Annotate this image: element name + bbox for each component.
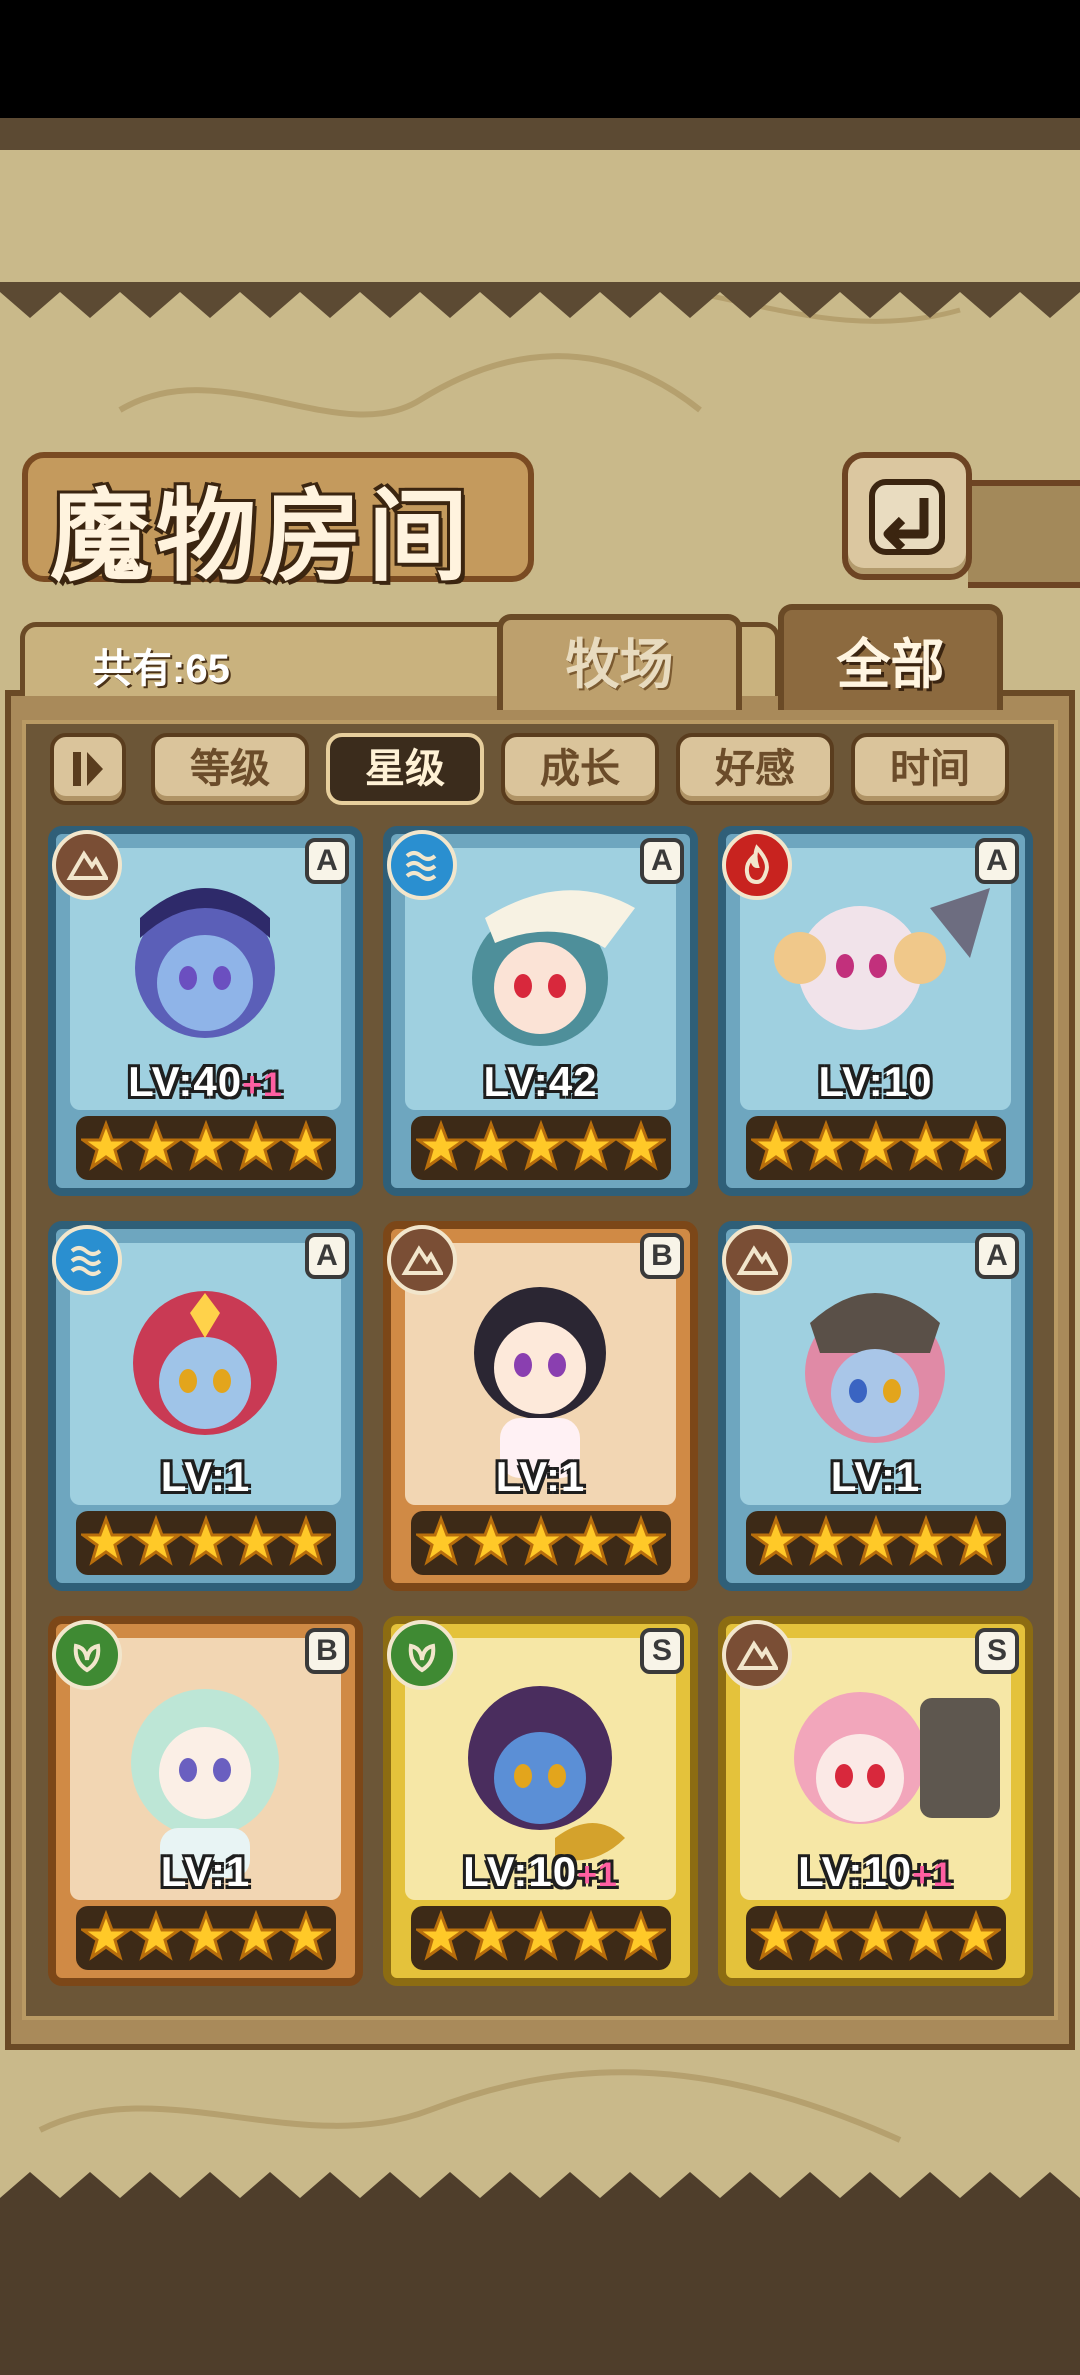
sort-affinity-button[interactable]: 好感 xyxy=(676,733,834,805)
monster-count: 共有:65 xyxy=(92,647,230,691)
level-label: LV:1 xyxy=(718,1453,1033,1501)
element-earth-icon xyxy=(387,1225,457,1295)
bottom-map-strip xyxy=(0,2200,1080,2375)
star-rating xyxy=(746,1906,1006,1970)
rank-badge: A xyxy=(975,838,1019,884)
monster-card[interactable]: A LV:10 xyxy=(718,826,1033,1196)
rank-badge: B xyxy=(305,1628,349,1674)
star-rating xyxy=(76,1116,336,1180)
star-rating xyxy=(76,1511,336,1575)
five-stars-icon xyxy=(78,1119,334,1171)
level-bonus: +1 xyxy=(242,1066,283,1104)
rank-badge: A xyxy=(305,1233,349,1279)
five-stars-icon xyxy=(413,1514,669,1566)
level-bonus: +1 xyxy=(577,1856,618,1894)
rank-badge: S xyxy=(640,1628,684,1674)
rank-badge: A xyxy=(975,1233,1019,1279)
monster-card[interactable]: A LV:40+1 xyxy=(48,826,363,1196)
element-earth-icon xyxy=(722,1620,792,1690)
level-label: LV:1 xyxy=(48,1848,363,1896)
level-value: LV:10 xyxy=(463,1848,578,1895)
element-fire-icon xyxy=(722,830,792,900)
level-label: LV:1 xyxy=(48,1453,363,1501)
five-stars-icon xyxy=(748,1909,1004,1961)
level-value: LV:1 xyxy=(160,1453,251,1500)
element-wood-icon xyxy=(52,1620,122,1690)
monster-grid: A LV:40+1 A LV:42 A LV:10 A LV:1 B LV:1 … xyxy=(48,826,1048,1986)
tab-ranch[interactable]: 牧场 xyxy=(497,614,742,710)
sort-growth-button[interactable]: 成长 xyxy=(501,733,659,805)
rank-badge: A xyxy=(305,838,349,884)
sort-level-button[interactable]: 等级 xyxy=(151,733,309,805)
level-label: LV:42 xyxy=(383,1058,698,1106)
sort-time-button[interactable]: 时间 xyxy=(851,733,1009,805)
monster-card[interactable]: A LV:1 xyxy=(718,1221,1033,1591)
sort-order-toggle[interactable] xyxy=(50,733,126,805)
back-button-rail xyxy=(968,480,1080,588)
level-label: LV:1 xyxy=(383,1453,698,1501)
monster-card[interactable]: B LV:1 xyxy=(48,1616,363,1986)
level-label: LV:10+1 xyxy=(383,1848,698,1896)
five-stars-icon xyxy=(413,1119,669,1171)
five-stars-icon xyxy=(78,1909,334,1961)
rank-badge: A xyxy=(640,838,684,884)
level-label: LV:10+1 xyxy=(718,1848,1033,1896)
monster-card[interactable]: A LV:1 xyxy=(48,1221,363,1591)
level-label: LV:40+1 xyxy=(48,1058,363,1106)
level-value: LV:10 xyxy=(798,1848,913,1895)
level-value: LV:42 xyxy=(483,1058,598,1105)
level-label: LV:10 xyxy=(718,1058,1033,1106)
star-rating xyxy=(411,1116,671,1180)
sort-star-button[interactable]: 星级 xyxy=(326,733,484,805)
star-rating xyxy=(411,1906,671,1970)
element-earth-icon xyxy=(52,830,122,900)
monster-card[interactable]: S LV:10+1 xyxy=(383,1616,698,1986)
monster-card[interactable]: A LV:42 xyxy=(383,826,698,1196)
element-water-icon xyxy=(387,830,457,900)
star-rating xyxy=(411,1511,671,1575)
level-value: LV:1 xyxy=(495,1453,586,1500)
sort-bar: 等级 星级 成长 好感 时间 xyxy=(45,733,1045,811)
star-rating xyxy=(746,1116,1006,1180)
tab-all[interactable]: 全部 xyxy=(778,604,1003,710)
element-water-icon xyxy=(52,1225,122,1295)
torn-edge-top xyxy=(0,282,1080,318)
rank-badge: S xyxy=(975,1628,1019,1674)
level-value: LV:1 xyxy=(830,1453,921,1500)
back-button[interactable] xyxy=(842,452,972,580)
torn-edge-bottom xyxy=(0,2172,1080,2208)
level-value: LV:1 xyxy=(160,1848,251,1895)
level-value: LV:10 xyxy=(818,1058,933,1105)
rank-badge: B xyxy=(640,1233,684,1279)
star-rating xyxy=(76,1906,336,1970)
status-bar xyxy=(0,0,1080,118)
page-title: 魔物房间 xyxy=(50,477,474,595)
star-rating xyxy=(746,1511,1006,1575)
level-bonus: +1 xyxy=(912,1856,953,1894)
return-arrow-icon xyxy=(869,479,945,555)
five-stars-icon xyxy=(748,1514,1004,1566)
monster-card[interactable]: S LV:10+1 xyxy=(718,1616,1033,1986)
level-value: LV:40 xyxy=(128,1058,243,1105)
five-stars-icon xyxy=(78,1514,334,1566)
element-wood-icon xyxy=(387,1620,457,1690)
monster-card[interactable]: B LV:1 xyxy=(383,1221,698,1591)
element-earth-icon xyxy=(722,1225,792,1295)
five-stars-icon xyxy=(748,1119,1004,1171)
five-stars-icon xyxy=(413,1909,669,1961)
sort-order-icon xyxy=(73,752,103,786)
